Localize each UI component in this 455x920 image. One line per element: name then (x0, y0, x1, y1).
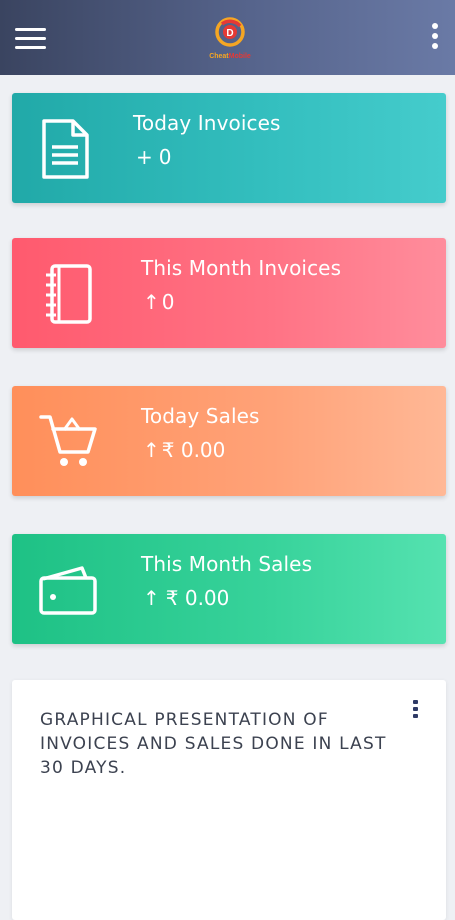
hamburger-icon[interactable] (15, 28, 46, 50)
today-sales-card[interactable]: Today Sales ↑ ₹ 0.00 (12, 386, 446, 496)
today-sales-value: ₹ 0.00 (161, 438, 226, 462)
month-invoices-value: 0 (161, 290, 175, 314)
card-title: Today Invoices (133, 111, 281, 135)
wallet-icon (39, 566, 97, 615)
cart-icon (39, 415, 97, 466)
logo-wordmark: CheatMobile (200, 52, 260, 62)
panel-title: GRAPHICAL PRESENTATION OF INVOICES AND S… (40, 710, 387, 778)
notebook-icon (46, 264, 92, 324)
card-value: ↑ ₹ 0.00 (143, 586, 229, 610)
card-title: This Month Sales (141, 552, 313, 576)
more-vertical-icon[interactable] (431, 23, 439, 49)
logo-mark-icon: D (215, 17, 245, 47)
month-sales-card[interactable]: This Month Sales ↑ ₹ 0.00 (12, 534, 446, 644)
svg-text:D: D (226, 28, 233, 39)
card-value: + 0 (136, 145, 172, 169)
card-value: ↑ 0 (143, 290, 175, 314)
month-invoices-card[interactable]: This Month Invoices ↑ 0 (12, 238, 446, 348)
app-header: D CheatMobile (0, 0, 455, 75)
up-arrow-icon: ↑ (143, 586, 160, 610)
document-icon (42, 119, 89, 179)
card-title: This Month Invoices (141, 256, 342, 280)
logo-text-2: Mobile (228, 53, 251, 60)
panel-more-vertical-icon[interactable] (413, 700, 419, 718)
graph-panel: GRAPHICAL PRESENTATION OF INVOICES AND S… (12, 680, 446, 920)
card-title: Today Sales (141, 404, 260, 428)
app-logo: D CheatMobile (200, 16, 260, 66)
today-invoices-card[interactable]: Today Invoices + 0 (12, 93, 446, 203)
up-arrow-icon: ↑ (143, 438, 160, 462)
card-value: ↑ ₹ 0.00 (143, 438, 225, 462)
plus-icon: + (136, 145, 153, 169)
month-sales-value: ₹ 0.00 (165, 586, 230, 610)
up-arrow-icon: ↑ (143, 290, 160, 314)
logo-text-1: Cheat (209, 53, 229, 60)
today-invoices-value: 0 (158, 145, 172, 169)
